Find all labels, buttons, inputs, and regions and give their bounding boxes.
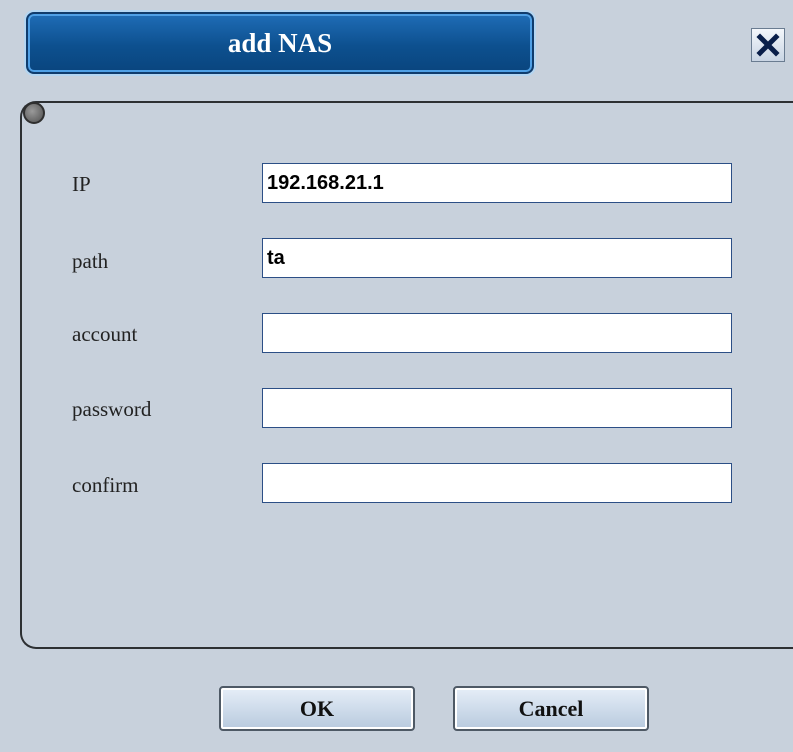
path-input[interactable]: [262, 238, 732, 278]
cancel-button-label: Cancel: [518, 695, 584, 721]
account-label: account: [72, 322, 138, 346]
ip-label: IP: [72, 172, 91, 196]
path-label: path: [72, 249, 109, 273]
ip-input[interactable]: [262, 163, 732, 203]
dialog-title: add NAS: [227, 27, 333, 58]
password-label: password: [72, 397, 152, 421]
close-icon: [756, 33, 780, 57]
ok-button[interactable]: OK: [219, 686, 415, 731]
status-led-icon: [23, 102, 45, 124]
confirm-password-input[interactable]: [262, 463, 732, 503]
dialog-title-bar: add NAS: [26, 12, 534, 74]
close-button[interactable]: [751, 28, 785, 62]
password-input[interactable]: [262, 388, 732, 428]
account-input[interactable]: [262, 313, 732, 353]
ok-button-label: OK: [299, 695, 335, 721]
cancel-button[interactable]: Cancel: [453, 686, 649, 731]
confirm-label: confirm: [72, 473, 139, 497]
